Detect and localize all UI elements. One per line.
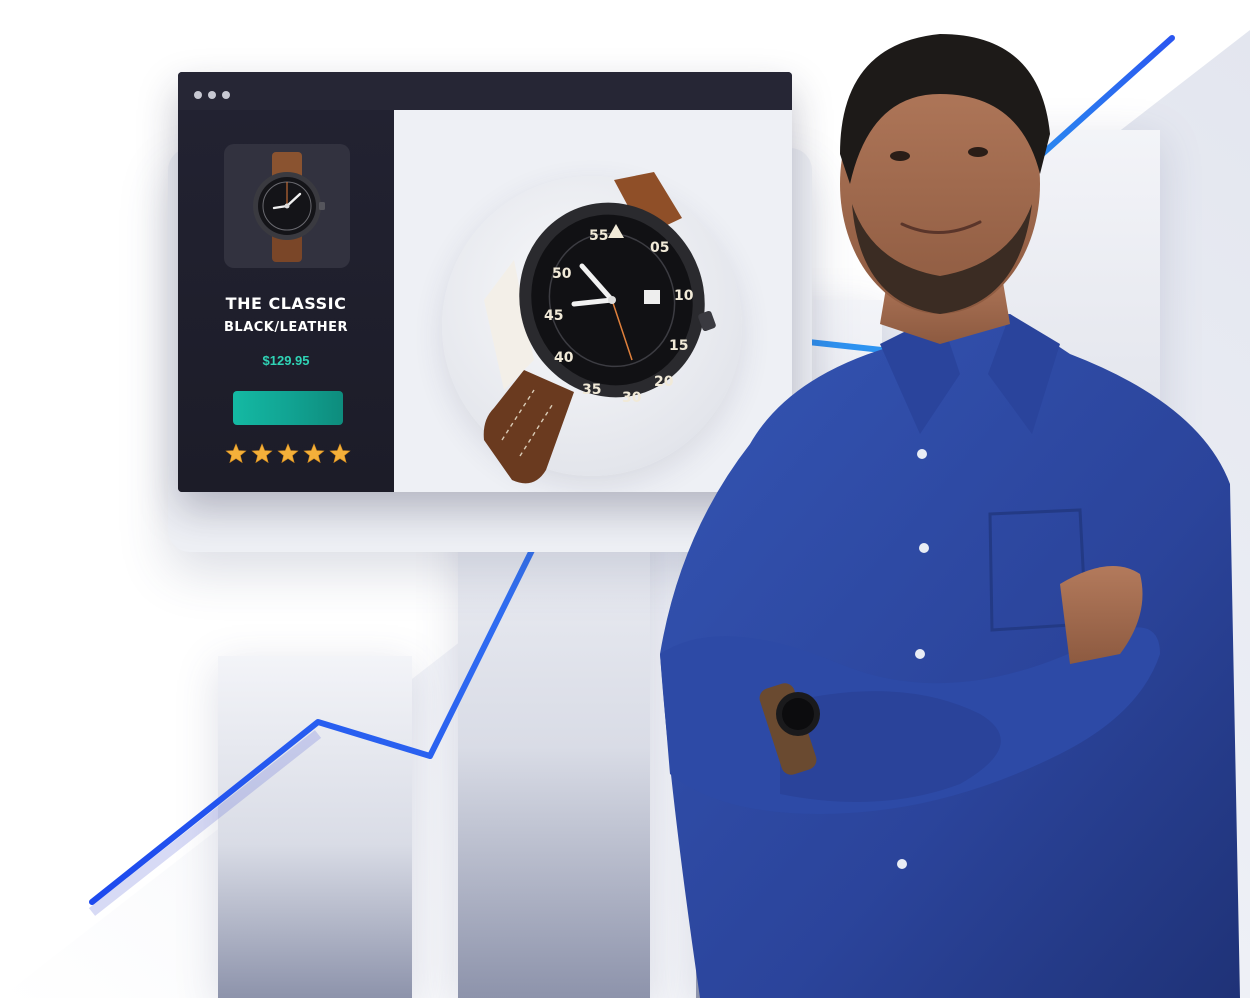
product-price: $129.95 — [262, 353, 310, 368]
add-to-cart-button[interactable] — [233, 391, 343, 425]
window-dot-icon — [222, 91, 230, 99]
star-icon — [329, 443, 351, 464]
watch-thumbnail-image — [253, 152, 325, 262]
svg-text:40: 40 — [554, 350, 574, 366]
smiling-man-image — [660, 34, 1240, 998]
window-dot-icon — [208, 91, 216, 99]
svg-text:55: 55 — [589, 228, 608, 244]
chart-bar-1 — [218, 656, 412, 998]
star-icon — [225, 443, 247, 464]
svg-text:30: 30 — [622, 390, 642, 406]
star-rating — [225, 443, 351, 464]
product-name: THE CLASSIC — [225, 294, 347, 313]
window-dot-icon — [194, 91, 202, 99]
product-thumbnail[interactable] — [224, 144, 350, 268]
star-icon — [303, 443, 325, 464]
hero-illustration: THE CLASSIC BLACK/LEATHER $129.95 55 05 … — [0, 0, 1250, 998]
svg-text:45: 45 — [544, 308, 563, 324]
star-icon — [251, 443, 273, 464]
star-icon — [277, 443, 299, 464]
svg-text:35: 35 — [582, 382, 601, 398]
svg-text:50: 50 — [552, 266, 572, 282]
product-sidebar: THE CLASSIC BLACK/LEATHER $129.95 — [178, 110, 394, 492]
product-variant: BLACK/LEATHER — [224, 320, 348, 335]
